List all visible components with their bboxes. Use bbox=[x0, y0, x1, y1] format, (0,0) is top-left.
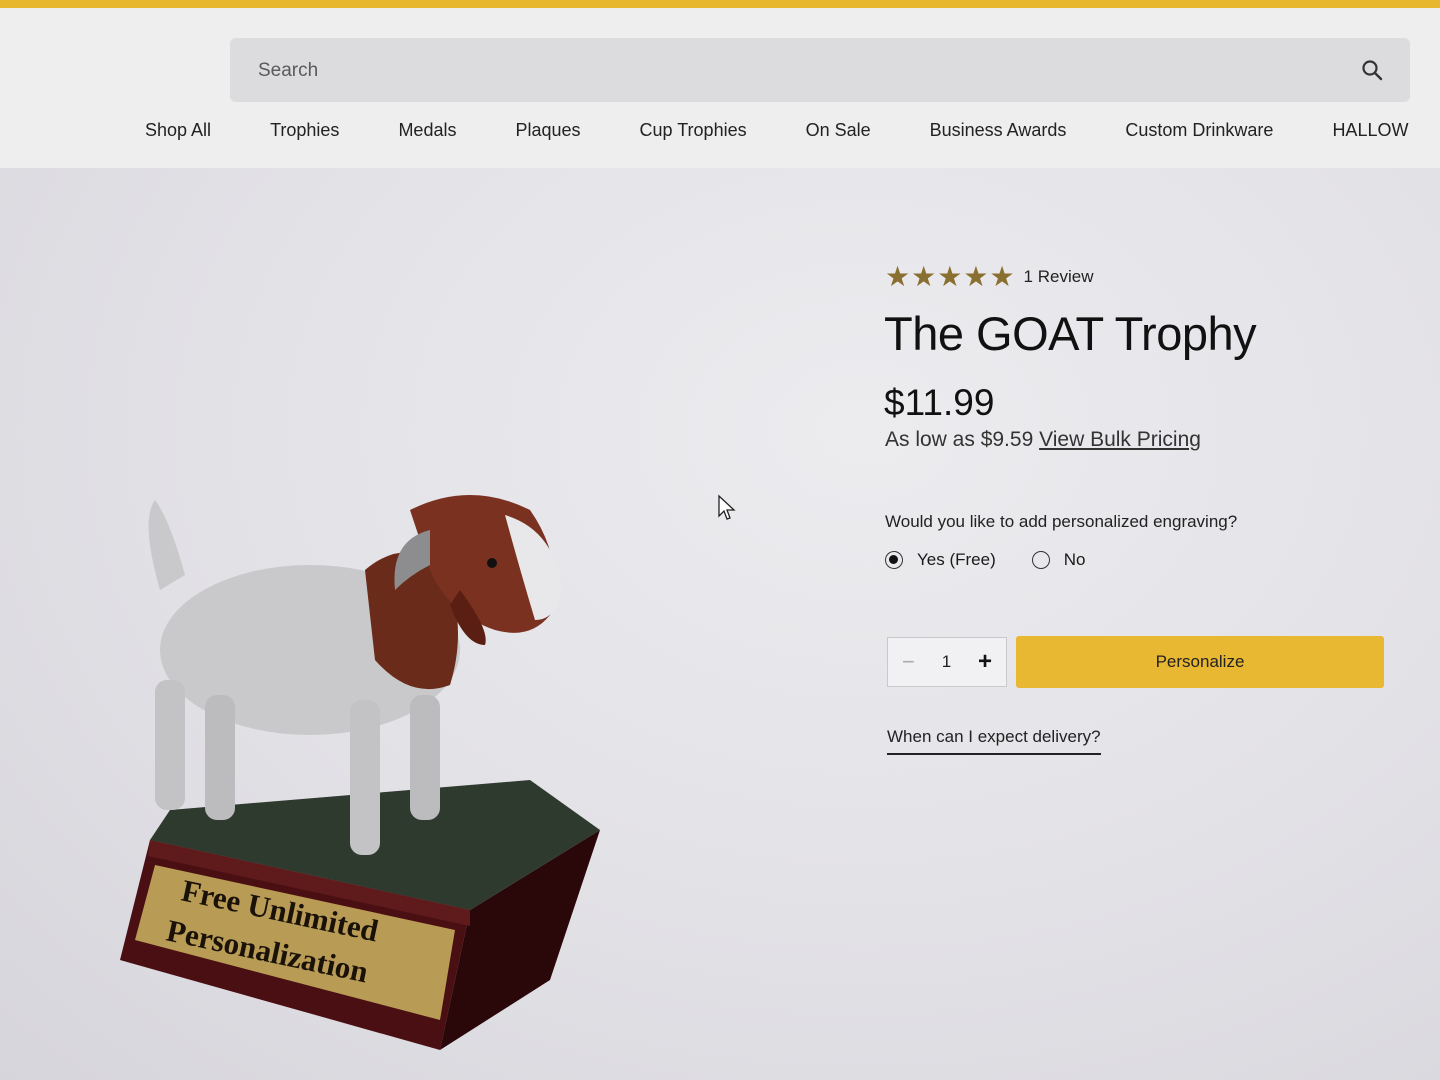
view-bulk-pricing-link[interactable]: View Bulk Pricing bbox=[1039, 428, 1201, 451]
product-image: Free Unlimited Personalization bbox=[120, 495, 600, 1050]
bulk-pricing: As low as $9.59 View Bulk Pricing bbox=[885, 428, 1201, 452]
nav-on-sale[interactable]: On Sale bbox=[806, 120, 871, 166]
product-price: $11.99 bbox=[884, 382, 995, 423]
personalize-button[interactable]: Personalize bbox=[1016, 636, 1384, 688]
radio-no-label[interactable]: No bbox=[1064, 550, 1086, 570]
search-input[interactable] bbox=[230, 38, 1360, 104]
engraving-options: Yes (Free) No bbox=[885, 550, 1121, 570]
rating[interactable]: ★ ★ ★ ★ ★ 1 Review bbox=[885, 263, 1093, 291]
radio-yes-label[interactable]: Yes (Free) bbox=[917, 550, 996, 570]
search-bar[interactable] bbox=[230, 38, 1410, 104]
main-nav: Shop All Trophies Medals Plaques Cup Tro… bbox=[145, 120, 1440, 166]
nav-medals[interactable]: Medals bbox=[398, 120, 456, 166]
bulk-price-text: As low as $9.59 bbox=[885, 428, 1034, 451]
quantity-value[interactable]: 1 bbox=[942, 652, 951, 672]
nav-shop-all[interactable]: Shop All bbox=[145, 120, 211, 166]
nav-cup-trophies[interactable]: Cup Trophies bbox=[640, 120, 747, 166]
nav-trophies[interactable]: Trophies bbox=[270, 120, 339, 166]
mouse-cursor-icon bbox=[718, 494, 736, 520]
star-icon: ★ bbox=[885, 261, 911, 292]
star-icon: ★ bbox=[937, 261, 963, 292]
star-icon: ★ bbox=[911, 261, 937, 292]
quantity-stepper: − 1 + bbox=[887, 637, 1007, 687]
top-accent-strip bbox=[0, 0, 1440, 8]
radio-no[interactable] bbox=[1031, 551, 1050, 569]
review-count[interactable]: 1 Review bbox=[1024, 267, 1094, 287]
nav-custom-drinkware[interactable]: Custom Drinkware bbox=[1125, 120, 1273, 166]
delivery-info-link[interactable]: When can I expect delivery? bbox=[887, 727, 1101, 755]
minus-icon[interactable]: − bbox=[902, 649, 915, 675]
search-icon[interactable] bbox=[1360, 58, 1384, 82]
star-icon: ★ bbox=[989, 261, 1015, 292]
site-header: Shop All Trophies Medals Plaques Cup Tro… bbox=[0, 8, 1440, 168]
nav-business-awards[interactable]: Business Awards bbox=[930, 120, 1067, 166]
product-title: The GOAT Trophy bbox=[884, 307, 1257, 360]
engraving-question: Would you like to add personalized engra… bbox=[885, 512, 1238, 531]
nav-plaques[interactable]: Plaques bbox=[515, 120, 580, 166]
nav-halloween[interactable]: HALLOW bbox=[1332, 120, 1408, 166]
plus-icon[interactable]: + bbox=[978, 648, 992, 676]
radio-yes[interactable] bbox=[885, 551, 903, 569]
star-icon: ★ bbox=[963, 261, 989, 292]
